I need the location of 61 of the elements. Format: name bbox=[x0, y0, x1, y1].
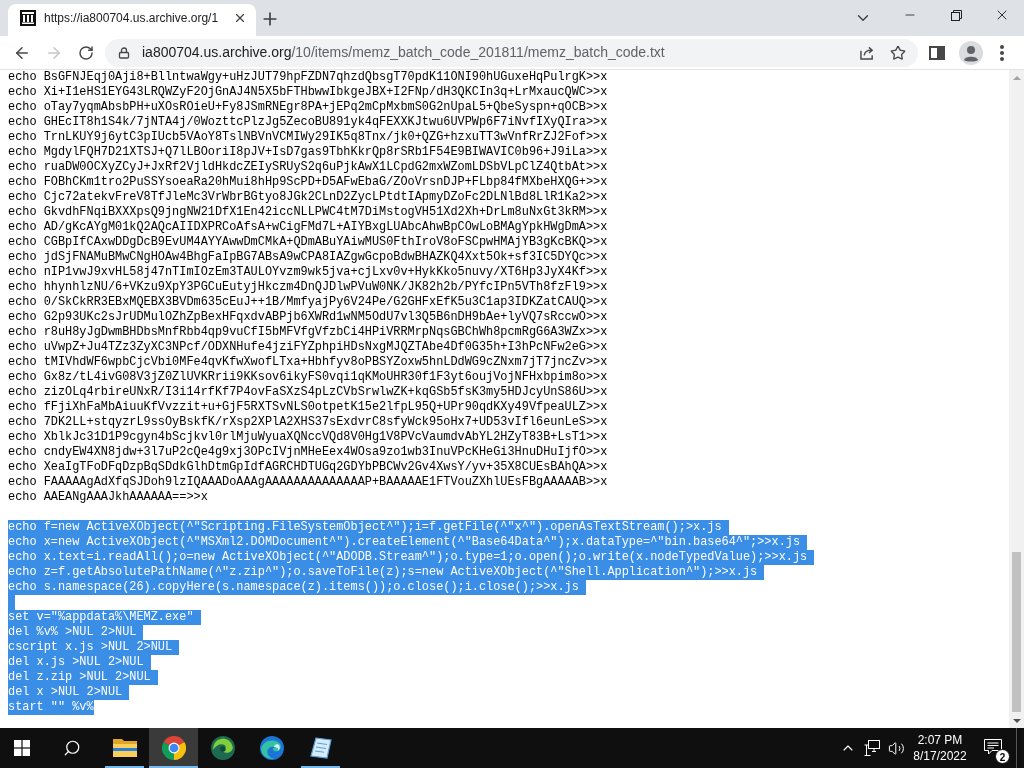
code-line: echo nIP1vwJ9xvHL58j47nTImIOzEm3TAULOYvzm9wk5jva+cjLxv0v+HykKko5nuvy/XT6Hp3JyX4Kf>>x bbox=[8, 265, 608, 280]
code-line: echo TrnLKUY9j6ytC3pIUcb5VAoY8TslNBVnVCMIWy29IK5q8Tnx/jk0+QZG+hzxuTT3wVnfRrZJ2Fof>>x bbox=[8, 130, 608, 145]
code-line: echo AAEANgAAAJkhAAAAAA==>>x bbox=[8, 490, 208, 505]
code-line: echo AD/gKcAYgM01kQ2AQcAIIDXPRCoAfsA+wCigFMd7L+AIYBxgLUAbcAhwBpCOwLoBMAgYpkHWgDmA>>x bbox=[8, 220, 608, 235]
notification-count-badge: 2 bbox=[995, 749, 1010, 764]
search-icon bbox=[63, 739, 81, 757]
lock-icon bbox=[118, 46, 130, 59]
code-line: echo MgdylFQH7D21XTSJ+Q7lLBOoriI8pJV+IsD7gas9TbhKkrQp8rSRb1F54E9BIWAVIC0b96+J9iLa>>x bbox=[8, 145, 608, 160]
clock-date[interactable]: 8/17/2022 bbox=[913, 748, 967, 764]
code-line: echo Cjc72atekvFreV8TfJleMc3VrWbrBGtyo8JGk2CLnD2ZycLPtdtIApmyDZoFc2DLNlBd8LlR1Ka2>>x bbox=[8, 190, 608, 205]
scrollbar-thumb[interactable] bbox=[1012, 552, 1021, 712]
menu-icon bbox=[1000, 44, 1004, 61]
windows-logo-icon bbox=[14, 740, 30, 756]
code-line: echo cndyEW4XN8jdw+3l7uP2cQe4g9xj3OPcIVjnMHeEex4WOsa9zo1wb3InuVPcKHeGi3HnuDHuIjfO>>x bbox=[8, 445, 608, 460]
columns-icon bbox=[20, 10, 36, 26]
code-line: echo ruaDW0OCXyZCyJ+JxRf2VjldHkdcZEIySRUyS2q6uPjkAwX1LCpdG2mxWZomLDSbVLpClZ4QtbAt>>x bbox=[8, 160, 608, 175]
avatar-icon bbox=[959, 40, 983, 65]
code-line: echo Xi+I1eHS1EYG43LRQWZyF2OjGnAJ4N5X5bFTHbwwIbkgeJBX+I2FNp/dH3QKCIn3q+LrMxaucQWC>>x bbox=[8, 85, 608, 100]
code-line: echo GHEcIT8h1S4k/7jNTA4j/0WozttcPlzJg5ZecoBU891yk4qFEXXKJtwu6UVPWp6F7iNvfIXyQIra>>x bbox=[8, 115, 608, 130]
speech-bubble-icon bbox=[984, 739, 1002, 755]
code-line: echo oTay7yqmAbsbPH+uXOsROieU+Fy8JSmRNEgr8PA+jEPq2mCpMxbmS0G2nUpaL5+QbeSyspn+qOCB>>x bbox=[8, 100, 608, 115]
taskbar-app-button[interactable] bbox=[149, 728, 198, 768]
profile-button[interactable] bbox=[957, 38, 985, 67]
side-panel-icon bbox=[929, 45, 945, 60]
code-line: echo CGBpIfCAxwDDgDcB9EvUM4AYYAwwDmCMkA+QDmABuYAiwMUS0FthIroV8oFSCpwHMAjYB3gKcBKQ>>x bbox=[8, 235, 608, 250]
url-text[interactable]: ia800704.us.archive.org/10/items/memz_batch_code_201811/memz_batch_code.txt bbox=[142, 42, 665, 63]
code-line: echo G2p93UKc2sJrUDMulOZhZpBexHFqxdvABPjb6XWRd1wNM5OdU7vl3Q5B6nDH9bAe+lyVQ7sRccwO>>x bbox=[8, 310, 608, 325]
notifications-button[interactable]: 2 bbox=[972, 728, 1016, 768]
browser-tab[interactable]: https://ia800704.us.archive.org/1 bbox=[8, 4, 256, 36]
code-line: echo FOBhCKm1tro2PuSSYsoeaRa20hMui8hHp9ScPD+D5AFwEbaG/ZOoVrsnDJP+FLbp84fMXbeHXQG+>>x bbox=[8, 175, 608, 190]
folder-icon bbox=[112, 738, 137, 758]
code-line: echo hhynhlzNU/6+VKzu9XpY3PGCuEutyjHkczm4DnQJDlwPVuW0NK/JK82h2b/PYfcIPn5VTh8fzFl9>>x bbox=[8, 280, 608, 295]
code-line: echo GkvdhFNqiBXXXpsQ9jngNW21DfX1En42iccNLLPWC4tM7DiMstogVH51Xd2Xh+DrLm8uNxGt3kRM>>x bbox=[8, 205, 608, 220]
code-line: echo tMIVhdWF6wpbCjcVbi0MFe4qvKfwXwofLTxa+Hbhfyv8oPBSYZoxw5hnLDdWG9cZNxm7jT7jncZv>>x bbox=[8, 355, 608, 370]
code-line: echo XeaIgTFoDFqDzpBqSDdkGlhDtmGpIdfAGRCHDTUGq2GDYbPBCWv2Gv4XwsY/yv+35X8CUEsBAhQA>>x bbox=[8, 460, 608, 475]
scroll-down-arrow-icon[interactable] bbox=[1012, 718, 1021, 723]
notepad-icon bbox=[309, 737, 332, 759]
code-line: echo 7DK2LL+stqyzrL9ssOyBskfK/rXsp2XPlA2XHS37sExdvrC8sfyWck95oHx7+UD53vIfl6eunLeS>>x bbox=[8, 415, 608, 430]
code-line: echo fFjiXhFaMbAiuuKfVvzzit+u+GjF5RXTSvNLS0otpetK15e2lfpL95Q+UPr90qdKXy49VfpeaULZ>>x bbox=[8, 400, 608, 415]
scrollbar[interactable] bbox=[1009, 70, 1024, 728]
code-line: echo BsGFNJEqj0Aji8+BllntwaWgy+uHzJUT79hpFZDN7qhzdQbsgT70pdK11ONI90hUGuxeHqPulrgK>>x bbox=[8, 70, 608, 85]
code-line: echo Gx8z/tL4ivG08V3jZ0ZlUVKRrii9KKsov6ikyFS0vqi1qKMoUHR30f1F3yt6oujVojNFHxbpim8o>>x bbox=[8, 370, 608, 385]
code-line: echo zizOLq4rbireUNxR/I3i14rfKf7P4ovFaSXzS4pLzCVbSrwlwZK+kqGSb5fsK3my5HDJcyUnS86U>>x bbox=[8, 385, 608, 400]
code-line: echo uVwpZ+Ju4TZz3ZyXC3NPcf/ODXNHufe4jziFYZphpiHDsNxgMJQZTAbe4Df0G35h+I3hPcNFw2eG>>x bbox=[8, 340, 608, 355]
clock-time[interactable]: 2:07 PM bbox=[917, 732, 963, 748]
network-icon bbox=[864, 740, 880, 756]
code-line: echo XblkJc31D1P9cgyn4bScjkvl0rlMjuWyuaXQNccVQd8V0Hg1V8PVcVaumdvAbYL2HZyT83B+LsT1>>x bbox=[8, 430, 608, 445]
star-icon bbox=[890, 44, 906, 61]
address-bar[interactable]: ia800704.us.archive.org/10/items/memz_batch_code_201811/memz_batch_code.txt bbox=[105, 38, 918, 67]
swirl-icon bbox=[210, 736, 235, 760]
code-line: echo FAAAAAgAdXfqSJDoh9lzIQAAADoAAAgAAAAAAAAAAAAAAP+BAAAAAE1FTVouZXhlUEsFBgAAAAAB>>x bbox=[8, 475, 608, 490]
close-icon bbox=[233, 11, 247, 25]
speaker-icon bbox=[887, 739, 905, 757]
share-icon bbox=[859, 45, 875, 60]
reload-icon bbox=[78, 44, 94, 61]
code-line: echo 0/SkCkRR3EBxMQEBX3BVDm635cEuJ++1B/MmfyajPy6V24Pe/G2GHFxEfK5u3C1ap3IDKZatCAUQ>>x bbox=[8, 295, 608, 310]
code-line: echo r8uH8yJgDwmBHDbsMnfRbb4qp9vuCfI5bMFVfgVfzbCi4HPiVRRMrpNqsGBChWh8pcmRgG6A3WZx>>x bbox=[8, 325, 608, 340]
wave-icon bbox=[259, 736, 284, 760]
code-line: echo jdSjFNAMuBMwCNgHOAw4BhgFaIpBG7ABsA9wCPA8IAZgwGcpoBdwBHAZKQ4Xxt5Ok+sf3IC5DYQc>>x bbox=[8, 250, 608, 265]
restore-icon bbox=[950, 9, 962, 21]
browser-icon bbox=[161, 736, 186, 760]
